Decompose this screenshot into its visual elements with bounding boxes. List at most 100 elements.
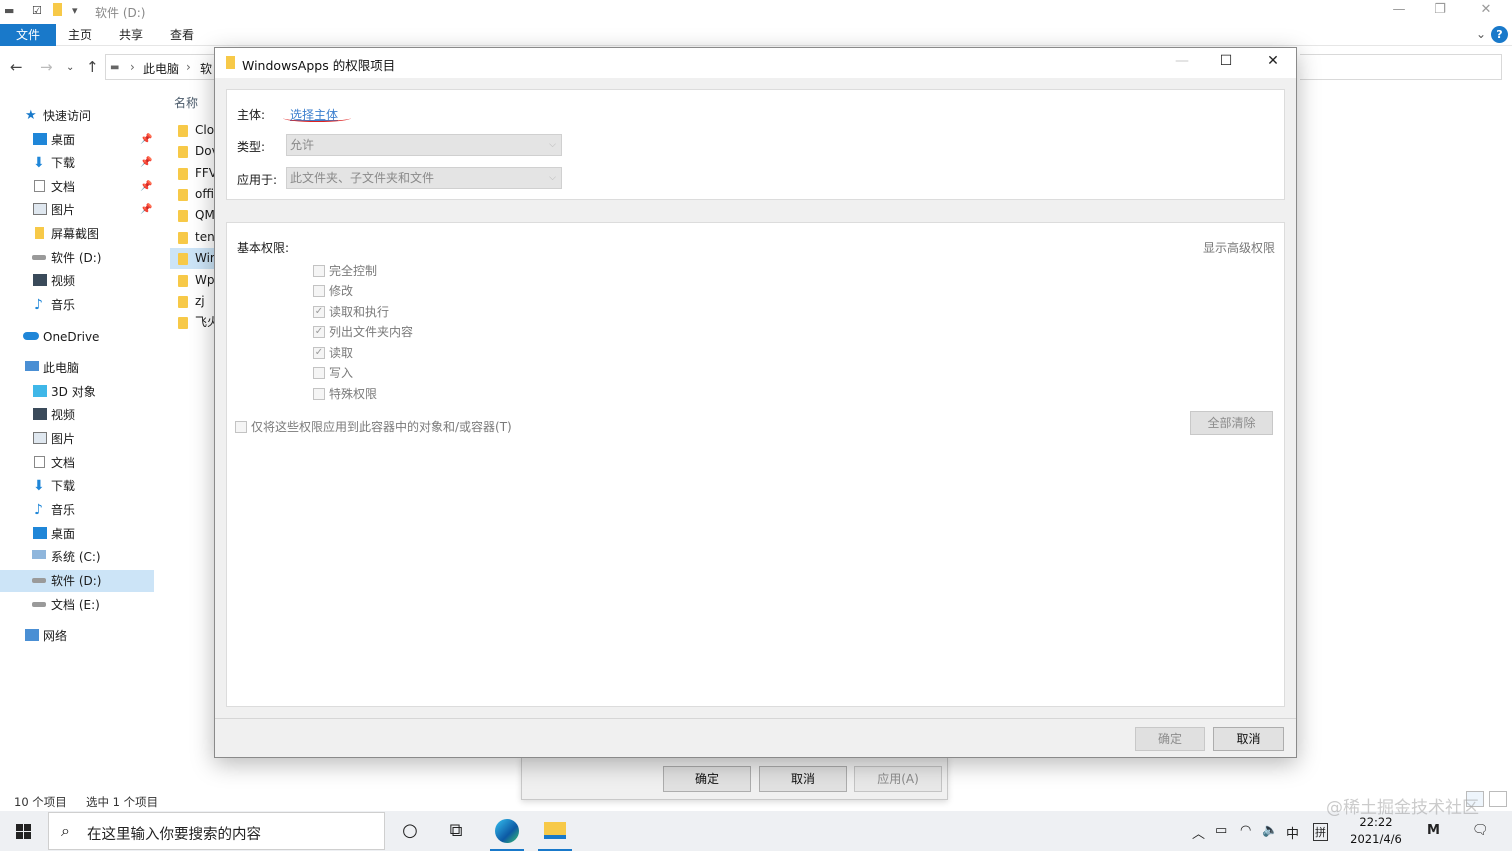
back-arrow-icon[interactable]: ← xyxy=(10,58,23,76)
sidebar-item-pc-pictures[interactable]: 图片 xyxy=(0,428,154,450)
task-view-icon[interactable]: ⧉ xyxy=(433,811,479,851)
folder-icon xyxy=(178,275,188,287)
sidebar-item-drive-e[interactable]: 文档 (E:) xyxy=(0,594,154,616)
sidebar-item-onedrive[interactable]: OneDrive xyxy=(0,326,154,348)
sidebar-item-drive-d-selected[interactable]: 软件 (D:) xyxy=(0,570,154,592)
sidebar-item-this-pc[interactable]: 此电脑 xyxy=(0,357,154,379)
meet-now-icon[interactable]: Ⅿ xyxy=(1427,823,1440,838)
recent-locations-chevron-icon[interactable]: ⌄ xyxy=(66,62,74,73)
status-bar: 10 个项目 选中 1 个项目 xyxy=(0,790,520,810)
large-icons-view-icon[interactable] xyxy=(1489,791,1507,807)
sidebar-item-pc-desktop[interactable]: 桌面 xyxy=(0,523,154,545)
pin-icon[interactable]: 📌 xyxy=(140,129,152,151)
battery-icon[interactable]: ▭ xyxy=(1215,823,1227,838)
sidebar-item-label: 网络 xyxy=(43,629,68,643)
sidebar-item-music[interactable]: ♪ 音乐 xyxy=(0,294,154,316)
list-item[interactable]: 飞火 xyxy=(170,312,220,333)
dialog-ok-button[interactable]: 确定 xyxy=(1135,727,1205,751)
notification-center-icon[interactable]: 🗨 xyxy=(1472,823,1489,838)
sidebar-item-screenshots[interactable]: 屏幕截图 xyxy=(0,223,154,245)
list-item[interactable]: QM xyxy=(170,205,220,226)
tab-share[interactable]: 共享 xyxy=(111,24,151,46)
list-item[interactable]: Wp xyxy=(170,270,220,291)
expand-ribbon-chevron-icon[interactable]: ⌄ xyxy=(1476,27,1486,41)
list-item-selected[interactable]: Wir xyxy=(170,248,220,269)
sidebar-item-drive-c[interactable]: 系统 (C:) xyxy=(0,546,154,568)
file-explorer-icon[interactable] xyxy=(532,811,578,851)
maximize-icon[interactable]: ☐ xyxy=(1206,53,1246,73)
video-icon xyxy=(33,408,47,420)
show-hidden-icons-chevron-icon[interactable]: ︿ xyxy=(1192,823,1205,842)
properties-cancel-button[interactable]: 取消 xyxy=(759,766,847,792)
pin-icon[interactable]: 📌 xyxy=(140,176,152,198)
close-icon[interactable]: ✕ xyxy=(1464,2,1508,22)
list-item[interactable]: offi xyxy=(170,184,220,205)
checkbox[interactable] xyxy=(313,388,325,400)
taskbar-search-box[interactable]: ⌕ 在这里输入你要搜索的内容 xyxy=(48,812,385,850)
checkbox-checked[interactable]: ✓ xyxy=(313,347,325,359)
file-name: Clo xyxy=(195,123,215,137)
help-icon[interactable]: ? xyxy=(1491,26,1508,43)
list-item[interactable]: zj xyxy=(170,291,220,312)
properties-check-icon[interactable]: ☑ xyxy=(32,4,42,17)
sidebar-item-pictures[interactable]: 图片 📌 xyxy=(0,199,154,221)
sidebar-item-downloads[interactable]: ⬇ 下载 📌 xyxy=(0,152,154,174)
clock[interactable]: 22:22 2021/4/6 xyxy=(1345,814,1407,848)
breadcrumb-current[interactable]: 软 xyxy=(200,60,212,77)
restore-icon[interactable]: ❐ xyxy=(1418,2,1462,22)
minimize-icon[interactable]: — xyxy=(1377,2,1421,22)
customize-toolbar-chevron-icon[interactable]: ▾ xyxy=(72,4,78,17)
sidebar-item-pc-videos[interactable]: 视频 xyxy=(0,404,154,426)
checkbox[interactable] xyxy=(235,421,247,433)
sidebar-item-network[interactable]: 网络 xyxy=(0,625,154,647)
start-button[interactable] xyxy=(0,811,48,851)
sidebar-item-pc-downloads[interactable]: ⬇ 下载 xyxy=(0,475,154,497)
forward-arrow-icon[interactable]: → xyxy=(40,58,53,76)
checkbox[interactable] xyxy=(313,367,325,379)
checkbox-checked[interactable]: ✓ xyxy=(313,326,325,338)
list-item[interactable]: Clo xyxy=(170,120,220,141)
sidebar-item-pc-documents[interactable]: 文档 xyxy=(0,452,154,474)
list-item[interactable]: ten xyxy=(170,227,220,248)
volume-icon[interactable]: 🔈 xyxy=(1262,823,1278,838)
sidebar-item-desktop[interactable]: 桌面 📌 xyxy=(0,129,154,151)
sidebar-item-quick-access[interactable]: ★ 快速访问 xyxy=(0,105,154,127)
show-advanced-permissions-link[interactable]: 显示高级权限 xyxy=(1203,239,1275,256)
type-dropdown[interactable]: 允许 ⌵ xyxy=(286,134,562,156)
new-folder-icon[interactable] xyxy=(53,3,62,16)
explorer-search-input[interactable] xyxy=(1300,54,1502,80)
sidebar-item-videos[interactable]: 视频 xyxy=(0,270,154,292)
wifi-icon[interactable]: ◠ xyxy=(1240,823,1251,838)
list-item[interactable]: Dov xyxy=(170,141,220,162)
checkbox[interactable] xyxy=(313,265,325,277)
tab-home[interactable]: 主页 xyxy=(60,24,100,46)
properties-ok-button[interactable]: 确定 xyxy=(663,766,751,792)
checkbox-checked[interactable]: ✓ xyxy=(313,306,325,318)
close-icon[interactable]: ✕ xyxy=(1253,53,1293,73)
pin-icon[interactable]: 📌 xyxy=(140,199,152,221)
sidebar-item-drive-d[interactable]: 软件 (D:) xyxy=(0,247,154,269)
folder-icon xyxy=(178,168,188,180)
applies-to-dropdown[interactable]: 此文件夹、子文件夹和文件 ⌵ xyxy=(286,167,562,189)
up-arrow-icon[interactable]: ↑ xyxy=(86,58,99,76)
sidebar-item-pc-music[interactable]: ♪ 音乐 xyxy=(0,499,154,521)
folder-icon xyxy=(178,317,188,329)
list-item[interactable]: FFV xyxy=(170,163,220,184)
folder-icon xyxy=(178,253,188,265)
cortana-circle-icon[interactable]: ○ xyxy=(387,811,433,851)
checkbox[interactable] xyxy=(313,285,325,297)
column-header-name[interactable]: 名称 xyxy=(174,94,198,111)
pin-icon[interactable]: 📌 xyxy=(140,152,152,174)
sidebar-item-3d-objects[interactable]: 3D 对象 xyxy=(0,381,154,403)
dialog-cancel-button[interactable]: 取消 xyxy=(1213,727,1284,751)
clear-all-button[interactable]: 全部清除 xyxy=(1190,411,1273,435)
sidebar-item-documents[interactable]: 文档 📌 xyxy=(0,176,154,198)
tab-view[interactable]: 查看 xyxy=(162,24,202,46)
ime-mode-indicator[interactable]: 拼 xyxy=(1313,823,1328,841)
ime-language-indicator[interactable]: 中 xyxy=(1286,823,1299,842)
edge-browser-icon[interactable] xyxy=(484,811,530,851)
properties-apply-button[interactable]: 应用(A) xyxy=(854,766,942,792)
tab-file[interactable]: 文件 xyxy=(0,24,56,46)
breadcrumb-this-pc[interactable]: 此电脑 xyxy=(143,60,179,77)
address-bar[interactable]: ▬ › 此电脑 › 软 xyxy=(105,54,220,80)
